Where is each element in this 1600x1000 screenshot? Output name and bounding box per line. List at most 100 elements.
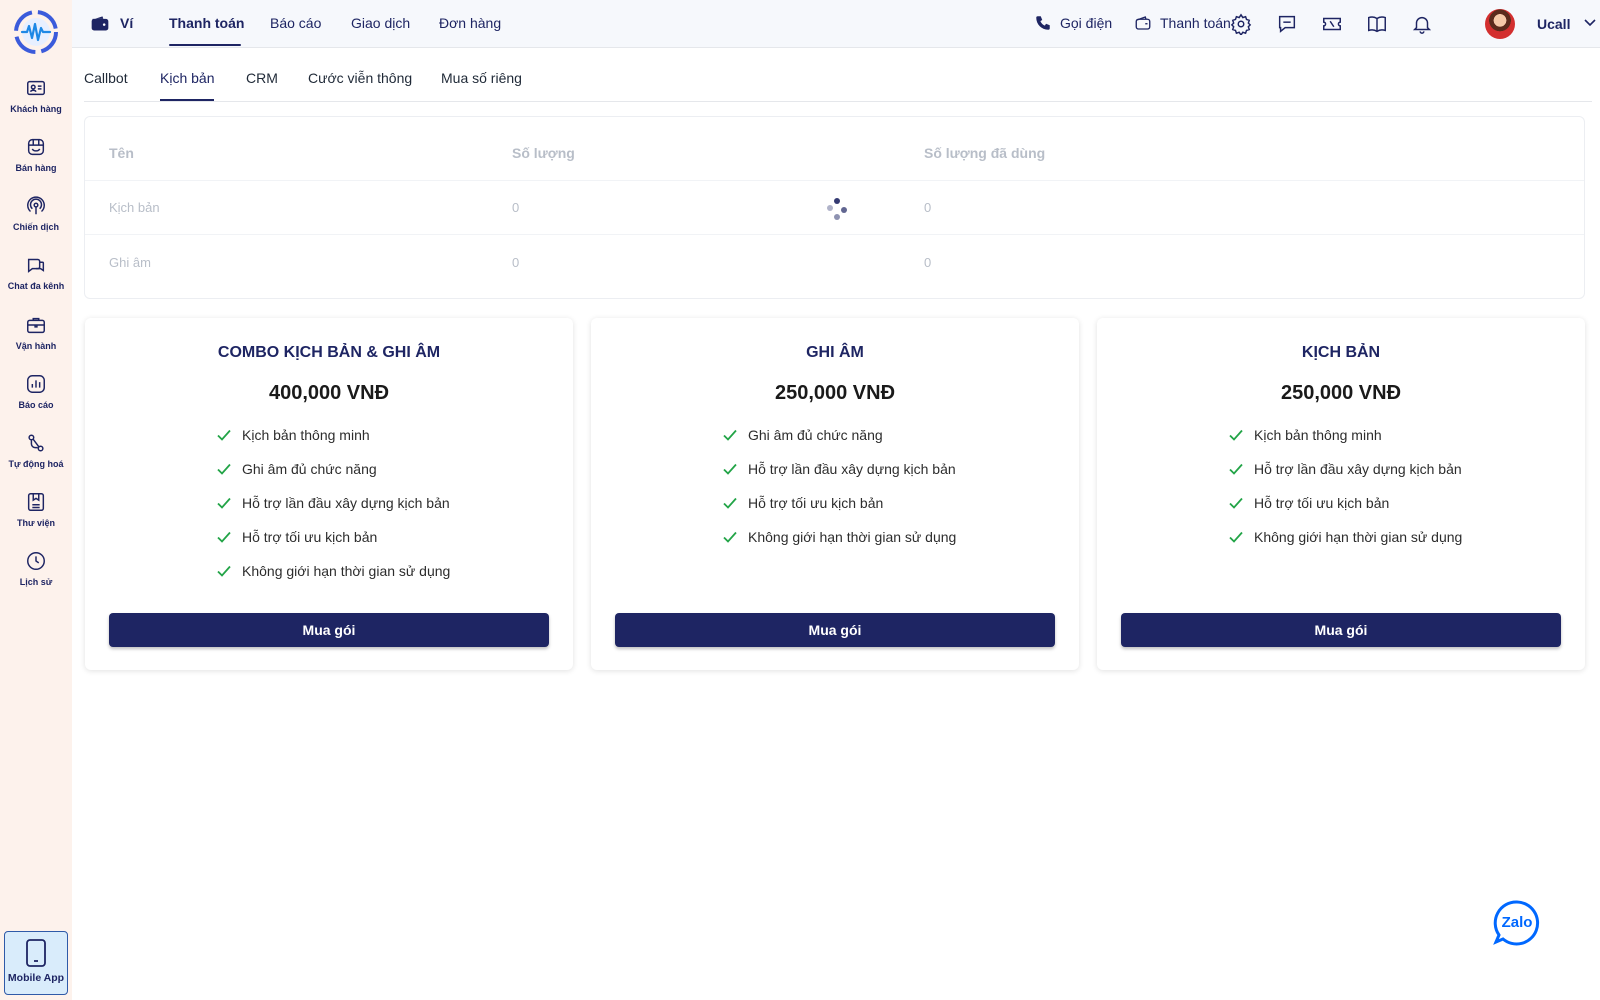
tab-payment[interactable]: Thanh toán bbox=[169, 15, 244, 31]
clock-icon bbox=[27, 552, 45, 570]
chat-icon bbox=[27, 258, 45, 273]
table-cell-used: 0 bbox=[924, 255, 932, 270]
mobile-app-button[interactable]: Mobile App bbox=[4, 931, 68, 995]
zalo-label: Zalo bbox=[1502, 914, 1533, 931]
plan-feature: Hỗ trợ tối ưu kịch bản bbox=[722, 486, 956, 520]
plan-feature: Không giới hạn thời gian sử dụng bbox=[722, 520, 956, 554]
mobile-app-label: Mobile App bbox=[7, 972, 65, 984]
loading-spinner-icon bbox=[827, 198, 847, 220]
check-icon bbox=[217, 531, 231, 543]
subtab-callbot[interactable]: Callbot bbox=[84, 70, 128, 86]
bell-icon[interactable] bbox=[1411, 13, 1433, 35]
subtab-script[interactable]: Kịch bản bbox=[160, 70, 214, 86]
sidebar-item-sales[interactable]: Bán hàng bbox=[0, 130, 72, 186]
subtab-private-number[interactable]: Mua số riêng bbox=[441, 70, 522, 86]
table-cell-quantity: 0 bbox=[512, 255, 520, 270]
plan-feature-text: Hỗ trợ tối ưu kịch bản bbox=[242, 529, 378, 545]
wallet-label: Ví bbox=[120, 15, 134, 31]
tab-orders[interactable]: Đơn hàng bbox=[439, 15, 501, 31]
check-icon bbox=[723, 531, 737, 543]
sub-tabs: Callbot Kịch bản CRM Cước viễn thông Mua… bbox=[84, 52, 1592, 102]
table-cell-name: Ghi âm bbox=[109, 255, 151, 270]
buy-plan-button[interactable]: Mua gói bbox=[615, 613, 1055, 647]
plan-feature-text: Kịch bản thông minh bbox=[1254, 427, 1382, 443]
ticket-icon[interactable] bbox=[1321, 13, 1343, 35]
plan-title: COMBO KỊCH BẢN & GHI ÂM bbox=[217, 344, 441, 361]
sidebar-item-library[interactable]: Thư viện bbox=[0, 485, 72, 541]
plan-card-recording: GHI ÂM 250,000 VNĐ Ghi âm đủ chức năng H… bbox=[591, 318, 1079, 670]
chevron-down-icon[interactable] bbox=[1583, 16, 1597, 30]
column-header-used: Số lượng đã dùng bbox=[924, 145, 1046, 161]
column-header-quantity: Số lượng bbox=[512, 145, 575, 161]
user-name[interactable]: Ucall bbox=[1537, 16, 1570, 32]
check-icon bbox=[1229, 463, 1243, 475]
sidebar-item-history[interactable]: Lịch sử bbox=[0, 544, 72, 600]
plan-feature-text: Không giới hạn thời gian sử dụng bbox=[1254, 529, 1463, 545]
check-icon bbox=[217, 565, 231, 577]
plan-title: GHI ÂM bbox=[806, 344, 864, 361]
sidebar-item-omnichannel-chat[interactable]: Chat đa kênh bbox=[0, 248, 72, 304]
plan-feature-text: Hỗ trợ tối ưu kịch bản bbox=[1254, 495, 1390, 511]
plan-feature-text: Hỗ trợ lần đầu xây dựng kịch bản bbox=[1254, 461, 1462, 477]
plan-price: 250,000 VNĐ bbox=[774, 382, 896, 404]
sidebar-item-label: Khách hàng bbox=[10, 104, 62, 114]
plan-feature: Hỗ trợ lần đầu xây dựng kịch bản bbox=[216, 486, 450, 520]
subtab-crm[interactable]: CRM bbox=[246, 70, 278, 86]
plan-feature: Kịch bản thông minh bbox=[1228, 418, 1462, 452]
avatar[interactable] bbox=[1485, 9, 1515, 39]
check-icon bbox=[723, 497, 737, 509]
plan-feature: Hỗ trợ lần đầu xây dựng kịch bản bbox=[1228, 452, 1462, 486]
payment-button[interactable]: Thanh toán bbox=[1134, 14, 1231, 32]
book-icon[interactable] bbox=[1366, 13, 1388, 35]
tab-transactions[interactable]: Giao dịch bbox=[351, 15, 410, 31]
plan-feature-text: Ghi âm đủ chức năng bbox=[242, 461, 377, 477]
zalo-chat-icon[interactable]: Zalo bbox=[1492, 898, 1542, 948]
sidebar-item-campaigns[interactable]: Chiến dịch bbox=[0, 189, 72, 245]
sidebar-item-operations[interactable]: Vận hành bbox=[0, 308, 72, 364]
call-button[interactable]: Gọi điện bbox=[1034, 14, 1112, 32]
buy-plan-button[interactable]: Mua gói bbox=[1121, 613, 1561, 647]
sidebar-item-label: Vận hành bbox=[15, 341, 57, 351]
row-divider bbox=[85, 234, 1584, 235]
plan-feature: Hỗ trợ lần đầu xây dựng kịch bản bbox=[722, 452, 956, 486]
tab-reports[interactable]: Báo cáo bbox=[270, 15, 321, 31]
check-icon bbox=[1229, 429, 1243, 441]
active-tab-indicator bbox=[169, 44, 241, 46]
sidebar-item-label: Bán hàng bbox=[15, 163, 57, 173]
gear-icon[interactable] bbox=[1230, 13, 1252, 35]
sidebar: Khách hàng Bán hàng Chiến dịch Chat đa k… bbox=[0, 0, 72, 1000]
phone-icon bbox=[1036, 16, 1050, 30]
sidebar-item-automation[interactable]: Tự động hoá bbox=[0, 426, 72, 482]
table-cell-quantity: 0 bbox=[512, 200, 520, 215]
plan-feature: Kịch bản thông minh bbox=[216, 418, 450, 452]
sidebar-item-reports[interactable]: Báo cáo bbox=[0, 367, 72, 423]
buy-plan-button[interactable]: Mua gói bbox=[109, 613, 549, 647]
subtab-telecom-fees[interactable]: Cước viễn thông bbox=[308, 70, 412, 86]
plan-feature-text: Không giới hạn thời gian sử dụng bbox=[748, 529, 957, 545]
plan-feature-list: Kịch bản thông minh Ghi âm đủ chức năng … bbox=[216, 418, 450, 588]
sidebar-item-label: Lịch sử bbox=[19, 577, 53, 587]
wallet-icon bbox=[91, 16, 109, 31]
message-icon[interactable] bbox=[1276, 13, 1298, 35]
wallet-menu[interactable]: Ví bbox=[90, 13, 133, 33]
broadcast-icon bbox=[27, 196, 45, 215]
plan-feature: Không giới hạn thời gian sử dụng bbox=[1228, 520, 1462, 554]
plan-card-combo: COMBO KỊCH BẢN & GHI ÂM 400,000 VNĐ Kịch… bbox=[85, 318, 573, 670]
check-icon bbox=[723, 463, 737, 475]
usage-table: Tên Số lượng Số lượng đã dùng Kịch bản 0… bbox=[84, 116, 1585, 299]
wallet-outline-icon bbox=[1135, 16, 1151, 30]
sidebar-item-label: Tự động hoá bbox=[8, 459, 64, 469]
sidebar-item-label: Chiến dịch bbox=[12, 222, 59, 232]
ucall-logo-icon[interactable] bbox=[14, 10, 58, 54]
sidebar-item-customers[interactable]: Khách hàng bbox=[0, 71, 72, 127]
plan-feature-text: Kịch bản thông minh bbox=[242, 427, 370, 443]
call-label: Gọi điện bbox=[1060, 15, 1113, 31]
mobile-phone-icon bbox=[26, 939, 46, 967]
briefcase-icon bbox=[27, 317, 45, 334]
table-cell-used: 0 bbox=[924, 200, 932, 215]
active-subtab-indicator bbox=[160, 99, 214, 101]
sidebar-item-label: Chat đa kênh bbox=[7, 281, 65, 291]
check-icon bbox=[723, 429, 737, 441]
plan-feature: Ghi âm đủ chức năng bbox=[216, 452, 450, 486]
store-icon bbox=[27, 138, 45, 156]
